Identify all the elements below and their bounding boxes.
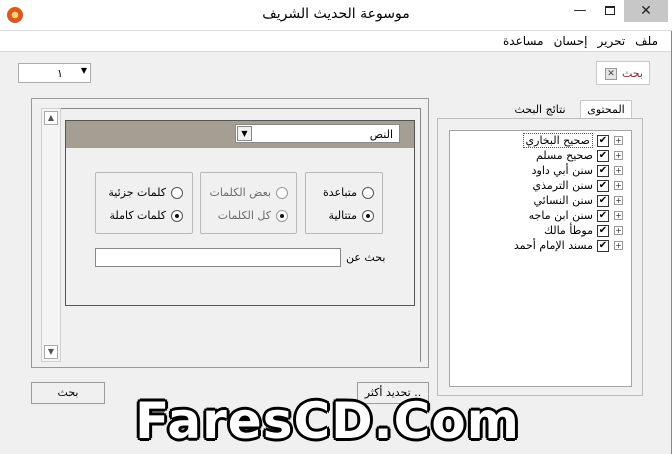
close-tab-icon[interactable]: ✕ <box>605 68 617 80</box>
checkbox[interactable]: ✔ <box>597 149 609 162</box>
divider <box>61 108 420 109</box>
radio-all-words[interactable] <box>276 209 288 222</box>
minimize-button[interactable]: — <box>565 0 595 22</box>
book-label: مسند الإمام أحمد <box>513 239 593 252</box>
search-for-label: بحث عن <box>346 251 386 264</box>
book-label: صحيح البخاري <box>522 133 593 148</box>
distance-group <box>305 172 383 234</box>
menu-file[interactable]: ملف <box>635 34 658 48</box>
search-tab-label: بحث <box>622 67 643 80</box>
book-label: سنن الترمذي <box>532 179 593 192</box>
tree-item[interactable]: + ✔ سنن الترمذي <box>533 178 623 193</box>
window-title: موسوعة الحديث الشريف <box>262 6 410 22</box>
option-partial-words-label: كلمات جزئية <box>108 186 166 199</box>
expand-icon[interactable]: + <box>614 181 623 190</box>
tree-item[interactable]: + ✔ موطأ مالك <box>544 223 623 238</box>
option-whole-words[interactable]: كلمات كاملة <box>110 209 183 222</box>
checkbox[interactable]: ✔ <box>597 164 609 177</box>
checkbox[interactable]: ✔ <box>597 134 609 147</box>
option-whole-words-label: كلمات كاملة <box>109 209 166 222</box>
checkbox[interactable]: ✔ <box>597 224 609 237</box>
book-label: سنن أبي داود <box>531 164 593 177</box>
radio-partial-words[interactable] <box>171 186 183 199</box>
books-tree: + ✔ صحيح البخاري + ✔ صحيح مسلم + ✔ سنن أبي داو… <box>449 130 632 387</box>
close-button[interactable]: ✕ <box>624 0 668 22</box>
menu-bar: ملف تحرير إحسان مساعدة <box>0 31 672 52</box>
radio-near[interactable] <box>362 209 374 222</box>
option-partial-words[interactable]: كلمات جزئية <box>108 186 183 199</box>
page-number-value: ١ <box>57 67 63 80</box>
title-bar: موسوعة الحديث الشريف — ✕ <box>0 0 672 31</box>
scroll-up-icon[interactable]: ▲ <box>44 111 58 125</box>
app-icon[interactable] <box>7 7 23 23</box>
option-far[interactable]: متباعدة <box>323 186 374 199</box>
search-field-select[interactable]: النص ▼ <box>235 124 400 143</box>
option-near[interactable]: متتالية <box>329 209 374 222</box>
search-tab[interactable]: ✕ بحث <box>596 61 650 85</box>
book-label: موطأ مالك <box>543 224 593 237</box>
option-some-words[interactable]: بعض الكلمات <box>209 186 288 199</box>
checkbox[interactable]: ✔ <box>597 194 609 207</box>
match-group <box>95 172 193 234</box>
checkbox[interactable]: ✔ <box>597 209 609 222</box>
menu-ihsan[interactable]: إحسان <box>554 34 588 48</box>
search-text-input[interactable] <box>95 248 341 267</box>
maximize-button[interactable] <box>595 0 625 22</box>
expand-icon[interactable]: + <box>614 211 623 220</box>
expand-icon[interactable]: + <box>614 241 623 250</box>
watermark: FaresCD.Com <box>135 392 520 450</box>
search-field-value: النص <box>369 128 393 141</box>
expand-icon[interactable]: + <box>614 151 623 160</box>
tree-item[interactable]: + ✔ صحيح البخاري <box>522 133 623 148</box>
book-label: سنن ابن ماجه <box>528 209 593 222</box>
tab-search-results[interactable]: نتائج البحث <box>500 101 580 119</box>
radio-whole-words[interactable] <box>171 209 183 222</box>
radio-far[interactable] <box>362 186 374 199</box>
tab-content[interactable]: المحتوى <box>580 100 632 119</box>
vertical-scrollbar[interactable]: ▲ ▼ <box>41 108 61 362</box>
expand-icon[interactable]: + <box>614 136 623 145</box>
tree-item[interactable]: + ✔ صحيح مسلم <box>536 148 623 163</box>
maximize-icon <box>605 6 615 15</box>
option-all-words-label: كل الكلمات <box>217 209 271 222</box>
menu-edit[interactable]: تحرير <box>598 34 626 48</box>
checkbox[interactable]: ✔ <box>597 179 609 192</box>
radio-some-words[interactable] <box>276 186 288 199</box>
option-all-words[interactable]: كل الكلمات <box>218 209 288 222</box>
menu-help[interactable]: مساعدة <box>503 34 544 48</box>
coverage-group <box>200 172 297 234</box>
chevron-down-icon[interactable]: ▼ <box>237 126 252 141</box>
book-label: صحيح مسلم <box>535 149 593 162</box>
option-near-label: متتالية <box>328 209 357 222</box>
minimize-icon: — <box>573 3 587 18</box>
search-button[interactable]: بحث <box>31 382 105 404</box>
option-far-label: متباعدة <box>323 186 357 199</box>
page-number-select[interactable]: ١ ▼ <box>18 63 91 83</box>
close-icon: ✕ <box>640 3 652 19</box>
checkbox[interactable]: ✔ <box>597 239 609 252</box>
scroll-down-icon[interactable]: ▼ <box>44 345 58 359</box>
tree-item[interactable]: + ✔ سنن ابن ماجه <box>529 208 623 223</box>
option-some-words-label: بعض الكلمات <box>209 186 271 199</box>
chevron-down-icon: ▼ <box>80 66 87 75</box>
divider <box>420 108 421 362</box>
expand-icon[interactable]: + <box>614 196 623 205</box>
tree-item[interactable]: + ✔ سنن النسائي <box>533 193 623 208</box>
expand-icon[interactable]: + <box>614 226 623 235</box>
book-label: سنن النسائي <box>533 194 593 207</box>
tree-item[interactable]: + ✔ سنن أبي داود <box>532 163 623 178</box>
expand-icon[interactable]: + <box>614 166 623 175</box>
tree-item[interactable]: + ✔ مسند الإمام أحمد <box>514 238 623 253</box>
